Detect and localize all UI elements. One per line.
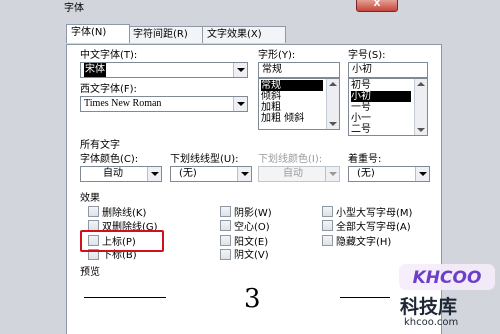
small-caps-label[interactable]: 小型大写字母(M) bbox=[336, 204, 412, 219]
chevron-down-icon[interactable] bbox=[147, 167, 161, 181]
preview-sample-text: 3 bbox=[244, 284, 261, 314]
font-color-value: 自动 bbox=[103, 168, 123, 179]
western-font-combo[interactable]: Times New Roman bbox=[80, 96, 248, 112]
khcoo-logo: KHCOO bbox=[399, 264, 495, 290]
style-input[interactable]: 常规 bbox=[258, 62, 340, 78]
preview-baseline-left bbox=[84, 297, 166, 298]
preview-heading: 预览 bbox=[80, 267, 100, 278]
list-item[interactable]: 加粗 倾斜 bbox=[261, 113, 304, 124]
all-caps-checkbox[interactable] bbox=[322, 220, 333, 231]
effects-heading: 效果 bbox=[80, 193, 100, 204]
chevron-down-icon[interactable] bbox=[237, 167, 251, 181]
chevron-down-icon[interactable] bbox=[233, 63, 247, 77]
list-item[interactable]: 常规 bbox=[261, 80, 323, 91]
strikethrough-checkbox[interactable] bbox=[88, 206, 99, 217]
hidden-text-label[interactable]: 隐藏文字(H) bbox=[336, 233, 391, 248]
list-item[interactable]: 加粗 bbox=[261, 102, 281, 113]
scrollbar[interactable] bbox=[326, 79, 339, 129]
hidden-text-checkbox[interactable] bbox=[322, 235, 333, 246]
preview-area bbox=[84, 277, 440, 333]
shadow-checkbox[interactable] bbox=[220, 206, 231, 217]
watermark-site-name: 科技库 bbox=[400, 296, 458, 318]
outline-checkbox[interactable] bbox=[220, 220, 231, 231]
tab-text-effects[interactable]: 文字效果(X) bbox=[202, 26, 286, 43]
style-list[interactable]: 常规 倾斜 加粗 加粗 倾斜 bbox=[258, 78, 340, 130]
emphasis-mark-combo[interactable]: (无) bbox=[348, 166, 430, 182]
superscript-highlight bbox=[80, 230, 164, 252]
underline-color-combo: 自动 bbox=[258, 166, 340, 182]
scroll-up-icon[interactable] bbox=[417, 82, 425, 86]
engrave-checkbox[interactable] bbox=[220, 249, 231, 260]
font-dialog: 字体 X 字体(N) 字符间距(R) 文字效果(X) 中文字体(T): 宋体 西… bbox=[0, 0, 500, 334]
watermark-url: khcoo.com bbox=[404, 317, 459, 328]
shadow-label[interactable]: 阴影(W) bbox=[234, 204, 272, 219]
dialog-title: 字体 bbox=[64, 3, 84, 14]
font-color-combo[interactable]: 自动 bbox=[80, 166, 162, 182]
underline-style-label: 下划线线型(U): bbox=[170, 154, 239, 165]
chinese-font-value: 宋体 bbox=[84, 63, 106, 77]
svg-text:KHCOO: KHCOO bbox=[413, 268, 482, 288]
size-label: 字号(S): bbox=[348, 50, 386, 61]
outline-label[interactable]: 空心(O) bbox=[234, 218, 270, 233]
tab-font[interactable]: 字体(N) bbox=[66, 24, 130, 43]
underline-color-label: 下划线颜色(I): bbox=[258, 154, 323, 165]
scroll-up-icon[interactable] bbox=[329, 82, 337, 86]
engrave-label[interactable]: 阴文(V) bbox=[234, 246, 269, 261]
chinese-font-label: 中文字体(T): bbox=[80, 50, 138, 61]
close-button[interactable]: X bbox=[356, 0, 398, 12]
list-item[interactable]: 初号 bbox=[351, 80, 371, 91]
small-caps-checkbox[interactable] bbox=[322, 206, 333, 217]
chinese-font-combo[interactable]: 宋体 bbox=[80, 62, 248, 78]
strikethrough-label[interactable]: 删除线(K) bbox=[102, 204, 146, 219]
chevron-down-icon[interactable] bbox=[233, 97, 247, 111]
style-label: 字形(Y): bbox=[258, 50, 296, 61]
list-item[interactable]: 小初 bbox=[351, 91, 411, 102]
emphasis-mark-label: 着重号: bbox=[348, 154, 382, 165]
western-font-value: Times New Roman bbox=[84, 98, 162, 109]
western-font-label: 西文字体(F): bbox=[80, 84, 137, 95]
scroll-down-icon[interactable] bbox=[329, 122, 337, 126]
size-input[interactable]: 小初 bbox=[348, 62, 428, 78]
list-item[interactable]: 倾斜 bbox=[261, 91, 281, 102]
chevron-down-icon bbox=[325, 167, 339, 181]
tab-character-spacing[interactable]: 字符间距(R) bbox=[128, 26, 204, 43]
site-watermark: KHCOO 科技库 khcoo.com bbox=[394, 262, 500, 333]
preview-baseline-right bbox=[340, 297, 390, 298]
size-input-value: 小初 bbox=[352, 64, 372, 75]
all-text-heading: 所有文字 bbox=[80, 140, 120, 151]
left-backdrop bbox=[0, 14, 62, 333]
list-item[interactable]: 小一 bbox=[351, 113, 371, 124]
style-input-value: 常规 bbox=[262, 64, 282, 75]
emboss-checkbox[interactable] bbox=[220, 235, 231, 246]
font-color-label: 字体颜色(C): bbox=[80, 154, 139, 165]
size-list[interactable]: 初号 小初 一号 小一 二号 bbox=[348, 78, 428, 136]
title-bar: 字体 X bbox=[0, 0, 500, 14]
list-item[interactable]: 二号 bbox=[351, 124, 371, 135]
all-caps-label[interactable]: 全部大写字母(A) bbox=[336, 218, 411, 233]
chevron-down-icon[interactable] bbox=[415, 167, 429, 181]
list-item[interactable]: 一号 bbox=[351, 102, 371, 113]
underline-style-combo[interactable]: (无) bbox=[170, 166, 252, 182]
emphasis-mark-value: (无) bbox=[357, 168, 375, 179]
close-icon: X bbox=[373, 0, 381, 9]
scrollbar[interactable] bbox=[414, 79, 427, 135]
scroll-down-icon[interactable] bbox=[417, 128, 425, 132]
underline-style-value: (无) bbox=[179, 168, 197, 179]
underline-color-value: 自动 bbox=[283, 168, 303, 179]
